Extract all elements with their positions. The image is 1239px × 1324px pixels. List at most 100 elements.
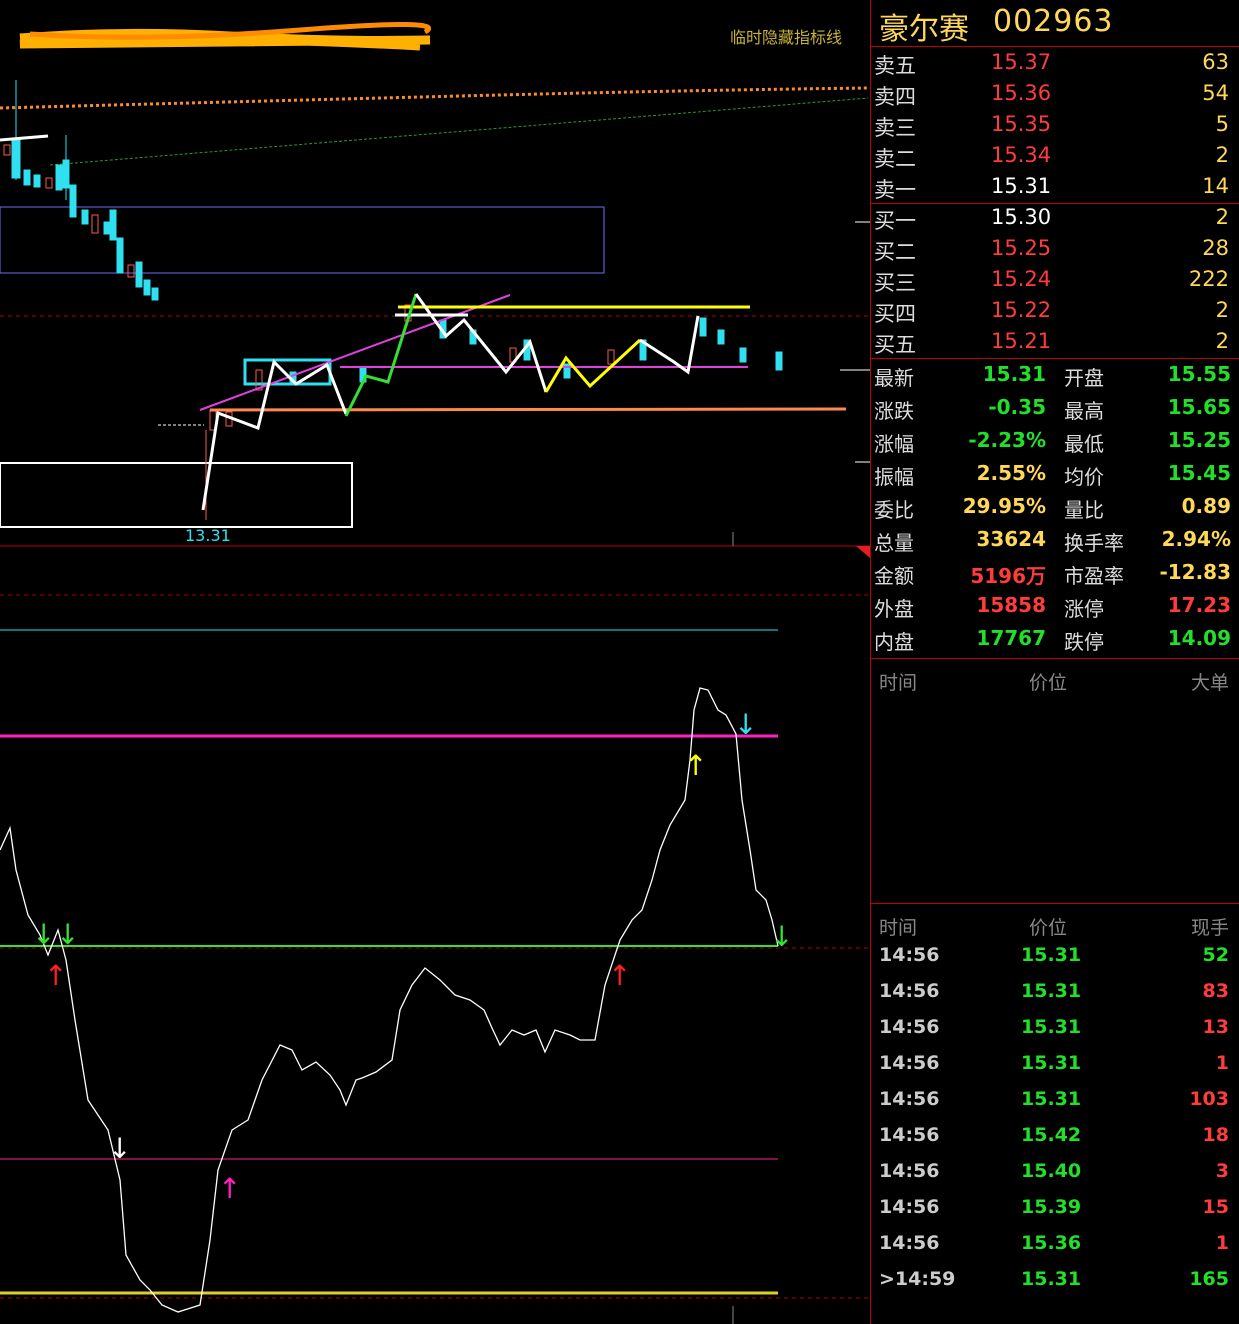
quote-row[interactable]: 振幅 2.55% 均价 15.45 xyxy=(871,458,1239,491)
big-orders-header: 时间 价位 大单 xyxy=(871,664,1239,694)
quote-key: 涨幅 xyxy=(874,432,914,456)
quote-value: -12.83 xyxy=(1159,560,1231,584)
tick-row[interactable]: 14:56 15.31 52 xyxy=(871,938,1239,974)
svg-text:↑: ↑ xyxy=(608,959,631,992)
quote-value: 2.55% xyxy=(976,461,1046,485)
quote-value: 15.31 xyxy=(982,362,1046,386)
tick-row[interactable]: 14:56 15.36 1 xyxy=(871,1226,1239,1262)
bid-row[interactable]: 买一 15.30 2 xyxy=(871,203,1239,234)
quote-row[interactable]: 内盘 17767 跌停 14.09 xyxy=(871,623,1239,656)
tick-price: 15.31 xyxy=(1021,980,1082,1002)
ask-row[interactable]: 卖二 15.34 2 xyxy=(871,141,1239,172)
section-separator xyxy=(871,903,1239,904)
quote-row[interactable]: 涨幅 -2.23% 最低 15.25 xyxy=(871,425,1239,458)
tick-size: 3 xyxy=(1215,1160,1229,1182)
quote-key: 振幅 xyxy=(874,465,914,489)
ask-row[interactable]: 卖五 15.37 63 xyxy=(871,48,1239,79)
bid-volume: 2 xyxy=(1215,205,1229,229)
quote-row[interactable]: 外盘 15858 涨停 17.23 xyxy=(871,590,1239,623)
ask-label: 卖四 xyxy=(874,85,916,109)
tick-size: 13 xyxy=(1202,1016,1229,1038)
bid-volume: 28 xyxy=(1202,236,1229,260)
bid-price: 15.21 xyxy=(991,329,1052,353)
svg-text:↓: ↓ xyxy=(32,918,55,951)
ask-row[interactable]: 卖三 15.35 5 xyxy=(871,110,1239,141)
tick-price: 15.31 xyxy=(1021,1268,1082,1290)
tick-row[interactable]: 14:56 15.31 103 xyxy=(871,1082,1239,1118)
tick-time: 14:56 xyxy=(879,1160,940,1182)
quote-value: 17767 xyxy=(976,626,1046,650)
quote-key: 委比 xyxy=(874,498,914,522)
tick-row[interactable]: 14:56 15.31 1 xyxy=(871,1046,1239,1082)
ask-label: 卖五 xyxy=(874,54,916,78)
quote-value: 0.89 xyxy=(1181,494,1231,518)
tick-time: 14:56 xyxy=(879,1124,940,1146)
tick-row[interactable]: 14:56 15.42 18 xyxy=(871,1118,1239,1154)
tick-row[interactable]: 14:56 15.31 83 xyxy=(871,974,1239,1010)
quote-key: 市盈率 xyxy=(1064,564,1124,588)
blue-box xyxy=(0,206,605,274)
svg-text:↑: ↑ xyxy=(218,1172,241,1205)
quote-key: 量比 xyxy=(1064,498,1104,522)
tick-row[interactable]: >14:59 15.31 165 xyxy=(871,1262,1239,1298)
quote-panel: 豪尔赛 002963 卖五 15.37 63 卖四 15.36 54 卖三 15.35 5 卖二 1… xyxy=(870,0,1239,1324)
tick-size: 15 xyxy=(1202,1196,1229,1218)
tick-row[interactable]: 14:56 15.31 13 xyxy=(871,1010,1239,1046)
tick-time: 14:56 xyxy=(879,980,940,1002)
kline-chart[interactable]: 临时隐藏指标线 13.31 ↓ ↓ ↑ ↓ ↑ ↑ ↑ ↓ ↓ xyxy=(0,0,870,1324)
ask-price: 15.35 xyxy=(991,112,1052,136)
bid-label: 买五 xyxy=(874,333,916,357)
tick-size: 1 xyxy=(1215,1232,1229,1254)
magenta-trend-line xyxy=(199,294,511,411)
quote-value: 15.55 xyxy=(1167,362,1231,386)
indicator-curve xyxy=(0,687,779,1313)
ask-row[interactable]: 卖一 15.31 14 xyxy=(871,172,1239,203)
signal-arrows: ↓ ↓ ↑ ↓ ↑ ↑ ↑ ↓ ↓ xyxy=(32,708,793,1205)
tick-price: 15.42 xyxy=(1021,1124,1082,1146)
quote-value: 33624 xyxy=(976,527,1046,551)
quote-row[interactable]: 涨跌 -0.35 最高 15.65 xyxy=(871,392,1239,425)
hide-indicator-button[interactable]: 临时隐藏指标线 xyxy=(730,28,842,47)
quote-key: 均价 xyxy=(1064,465,1104,489)
quote-row[interactable]: 金额 5196万 市盈率 -12.83 xyxy=(871,557,1239,590)
header-price: 价位 xyxy=(1029,672,1068,694)
tick-row[interactable]: 14:56 15.39 15 xyxy=(871,1190,1239,1226)
bid-label: 买四 xyxy=(874,302,916,326)
tick-price: 15.31 xyxy=(1021,1088,1082,1110)
bid-row[interactable]: 买三 15.24 222 xyxy=(871,265,1239,296)
quote-key: 最新 xyxy=(874,366,914,390)
quote-value: -0.35 xyxy=(988,395,1046,419)
low-price-label: 13.31 xyxy=(185,526,231,545)
svg-text:↓: ↓ xyxy=(770,920,793,953)
tick-row[interactable]: 14:56 15.40 3 xyxy=(871,1154,1239,1190)
ask-row[interactable]: 卖四 15.36 54 xyxy=(871,79,1239,110)
quote-value: 2.94% xyxy=(1161,527,1231,551)
svg-text:↓: ↓ xyxy=(108,1132,131,1165)
quote-key: 总量 xyxy=(874,531,914,555)
quote-key: 金额 xyxy=(874,564,914,588)
ask-label: 卖三 xyxy=(874,116,916,140)
tick-time: >14:59 xyxy=(879,1268,956,1290)
quote-value: 17.23 xyxy=(1167,593,1231,617)
quote-value: 15.45 xyxy=(1167,461,1231,485)
ask-price: 15.36 xyxy=(991,81,1052,105)
bid-label: 买一 xyxy=(874,209,916,233)
ask-price: 15.31 xyxy=(991,174,1052,198)
quote-row[interactable]: 总量 33624 换手率 2.94% xyxy=(871,524,1239,557)
stock-name: 豪尔赛 xyxy=(879,12,969,47)
quote-row[interactable]: 委比 29.95% 量比 0.89 xyxy=(871,491,1239,524)
bid-row[interactable]: 买二 15.25 28 xyxy=(871,234,1239,265)
bid-row[interactable]: 买五 15.21 2 xyxy=(871,327,1239,358)
orange-support xyxy=(209,407,847,412)
tick-size: 52 xyxy=(1202,944,1229,966)
quote-value: 15858 xyxy=(976,593,1046,617)
bid-row[interactable]: 买四 15.22 2 xyxy=(871,296,1239,327)
quote-row[interactable]: 最新 15.31 开盘 15.55 xyxy=(871,359,1239,392)
bid-label: 买二 xyxy=(874,240,916,264)
ask-volume: 5 xyxy=(1215,112,1229,136)
tick-size: 103 xyxy=(1189,1088,1229,1110)
bid-price: 15.25 xyxy=(991,236,1052,260)
quote-separator xyxy=(871,658,1239,659)
ask-volume: 54 xyxy=(1202,81,1229,105)
svg-text:↑: ↑ xyxy=(44,959,67,992)
